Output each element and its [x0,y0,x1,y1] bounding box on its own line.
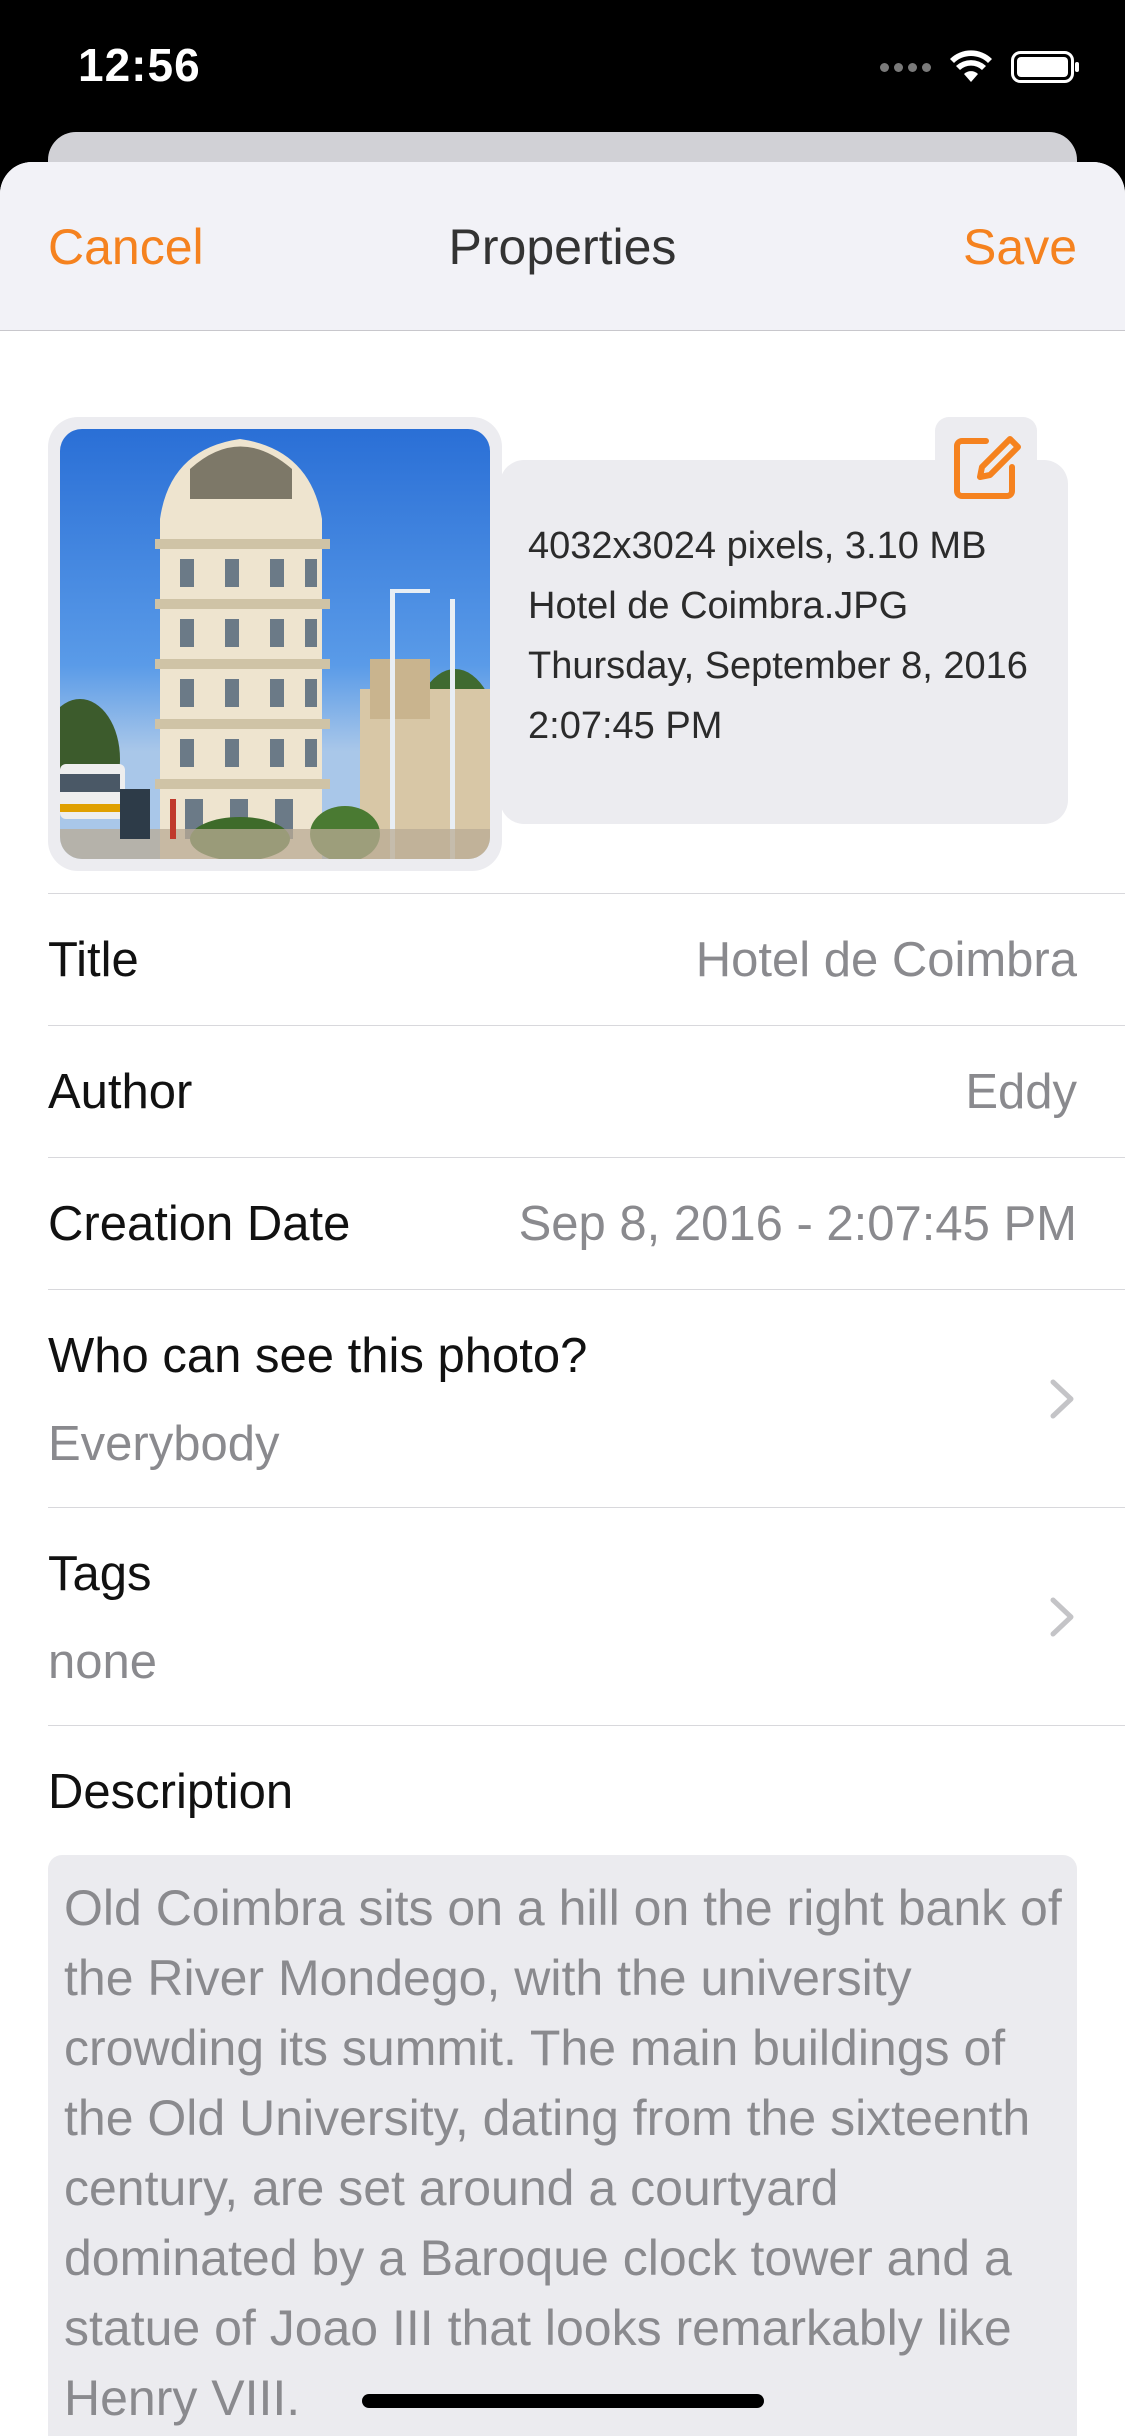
tags-value: none [48,1635,158,1689]
edit-photo-button[interactable] [935,417,1037,517]
description-field[interactable]: Old Coimbra sits on a hill on the right … [48,1855,1077,2436]
creation-date-label: Creation Date [48,1197,351,1251]
cellular-signal-icon [880,62,931,72]
page-title: Properties [448,219,677,275]
edit-square-pencil-icon [954,436,1021,499]
visibility-row[interactable]: Who can see this photo? Everybody [48,1289,1125,1508]
status-bar: 12:56 [0,0,1125,140]
tags-row[interactable]: Tags none [48,1507,1125,1726]
photo-metadata: 4032x3024 pixels, 3.10 MB Hotel de Coimb… [528,516,1028,756]
status-icons [880,50,1081,84]
title-value[interactable]: Hotel de Coimbra [696,932,1077,988]
battery-icon [1011,51,1079,83]
author-label: Author [48,1065,193,1119]
save-button[interactable]: Save [963,218,1077,276]
status-time: 12:56 [78,39,201,91]
photo-image [60,439,490,859]
tags-label: Tags [48,1547,152,1601]
chevron-right-icon [1050,1379,1074,1419]
photo-thumbnail[interactable] [60,429,490,859]
creation-date-value[interactable]: Sep 8, 2016 - 2:07:45 PM [519,1196,1077,1252]
photo-date: Thursday, September 8, 2016 [528,645,1028,687]
home-indicator[interactable] [362,2394,764,2408]
chevron-right-icon [1050,1597,1074,1637]
photo-dimensions-size: 4032x3024 pixels, 3.10 MB [528,525,987,567]
visibility-value: Everybody [48,1417,280,1471]
visibility-label: Who can see this photo? [48,1329,588,1383]
photo-time: 2:07:45 PM [528,705,723,747]
author-value[interactable]: Eddy [965,1064,1077,1120]
description-text[interactable]: Old Coimbra sits on a hill on the right … [64,1873,1064,2433]
navigation-bar: Cancel Properties Save [0,162,1125,331]
photo-filename: Hotel de Coimbra.JPG [528,585,909,627]
description-row: Description [48,1725,1125,1846]
author-row[interactable]: Author Eddy [48,1025,1125,1158]
creation-date-row[interactable]: Creation Date Sep 8, 2016 - 2:07:45 PM [48,1157,1125,1290]
title-label: Title [48,933,139,987]
properties-sheet: Cancel Properties Save 4032x3024 pixels,… [0,162,1125,2436]
wifi-icon [950,50,992,82]
description-label: Description [48,1765,294,1819]
screen: 12:56 Cancel Properties Save 4032x3024 p… [0,0,1125,2436]
photo-thumbnail-frame[interactable] [48,417,502,871]
title-row[interactable]: Title Hotel de Coimbra [48,893,1125,1026]
